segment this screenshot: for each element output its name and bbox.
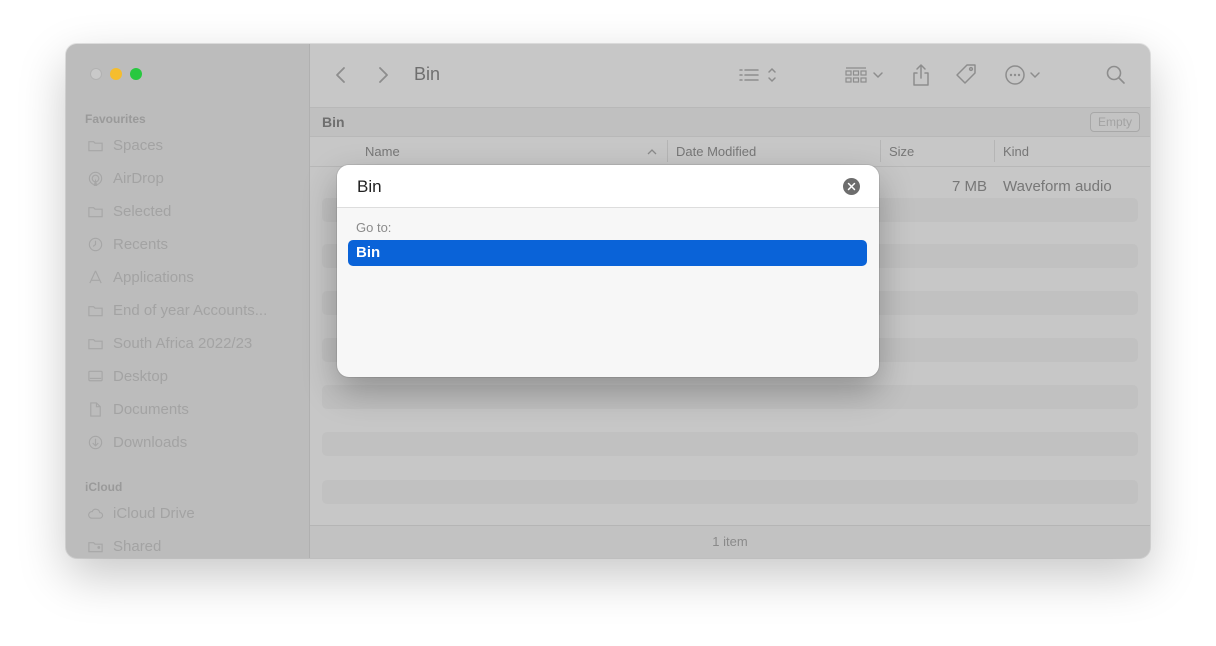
ellipsis-circle-icon [1005,65,1040,85]
search-icon [1106,65,1125,84]
search-button[interactable] [1105,63,1127,87]
empty-bin-button[interactable]: Empty [1089,112,1140,132]
folder-icon [88,140,103,151]
airdrop-icon [88,171,103,186]
sidebar-item-label: Spaces [113,136,164,154]
sidebar-item-label: South Africa 2022/23 [113,334,253,352]
go-to-path-input[interactable] [355,174,829,200]
column-header-size[interactable]: Size [889,144,914,159]
minimize-window-button[interactable] [110,68,122,80]
sidebar-item-end-of-year-accounts[interactable]: End of year Accounts... [87,299,267,321]
forward-button[interactable] [376,63,390,87]
back-button[interactable] [334,63,348,87]
column-header-kind[interactable]: Kind [1003,144,1029,159]
share-button[interactable] [910,63,932,87]
sidebar-item-downloads[interactable]: Downloads [87,431,187,453]
clock-icon [88,237,103,251]
sidebar-item-label: Documents [113,400,189,418]
folder-icon [88,206,103,217]
sidebar: Favourites Spaces AirDrop Selected Recen… [66,44,310,558]
shared-folder-icon [88,541,103,552]
column-header-date-modified[interactable]: Date Modified [676,144,756,159]
column-separator [667,140,668,162]
row-stripe [322,385,1138,409]
close-icon [847,182,856,191]
desktop-icon [88,370,103,381]
chevron-left-icon [336,67,345,83]
sidebar-item-label: iCloud Drive [113,504,195,522]
sidebar-item-desktop[interactable]: Desktop [87,365,168,387]
file-kind: Waveform audio [1003,178,1112,195]
group-grid-icon [845,67,883,83]
go-to-input-area [337,165,879,208]
window-controls [90,68,142,80]
share-icon [913,64,929,86]
sidebar-item-south-africa[interactable]: South Africa 2022/23 [87,332,252,354]
sidebar-item-applications[interactable]: Applications [87,266,194,288]
favourites-heading: Favourites [85,112,146,126]
sidebar-item-label: End of year Accounts... [113,301,268,319]
list-view-icon [739,67,776,83]
suggestion-item[interactable]: Bin [348,240,867,266]
cloud-icon [88,508,104,519]
folder-icon [88,338,103,349]
sidebar-item-label: Desktop [113,367,169,385]
sidebar-item-documents[interactable]: Documents [87,398,189,420]
sort-ascending-icon [647,149,657,155]
column-separator [880,140,881,162]
action-menu-button[interactable] [1004,63,1048,87]
row-stripe [322,480,1138,504]
view-options-button[interactable] [738,63,782,87]
status-bar: 1 item [310,525,1150,558]
sidebar-item-airdrop[interactable]: AirDrop [87,167,164,189]
zoom-window-button[interactable] [130,68,142,80]
column-headers: Name Date Modified Size Kind [310,136,1150,167]
sidebar-item-label: Applications [113,268,194,286]
go-to-folder-dialog: Go to: Bin [337,165,879,377]
folder-icon [88,305,103,316]
sidebar-item-label: Shared [113,537,162,555]
tag-icon [956,64,976,84]
tag-button[interactable] [953,63,979,87]
download-icon [88,435,103,449]
applications-icon [89,270,102,283]
document-icon [90,401,101,417]
sidebar-item-spaces[interactable]: Spaces [87,134,163,156]
window-title: Bin [414,64,441,84]
sidebar-item-label: Downloads [113,433,188,451]
sidebar-item-shared[interactable]: Shared [87,535,161,557]
sidebar-item-selected[interactable]: Selected [87,200,171,222]
column-separator [994,140,995,162]
path-bar: Bin Empty [310,107,1150,137]
file-size: 7 MB [952,178,988,195]
chevron-right-icon [379,67,388,83]
row-stripe [322,432,1138,456]
path-bar-label: Bin [322,114,345,130]
column-header-name[interactable]: Name [365,144,400,159]
sidebar-item-label: AirDrop [113,169,164,187]
group-button[interactable] [844,63,888,87]
clear-input-button[interactable] [843,178,860,195]
close-window-button[interactable] [90,68,102,80]
sidebar-item-recents[interactable]: Recents [87,233,168,255]
go-to-section-label: Go to: [356,220,392,235]
sidebar-item-label: Selected [113,202,172,220]
icloud-heading: iCloud [85,480,123,494]
sidebar-item-label: Recents [113,235,169,253]
toolbar: Bin [310,44,1150,107]
sidebar-item-icloud-drive[interactable]: iCloud Drive [87,502,195,524]
